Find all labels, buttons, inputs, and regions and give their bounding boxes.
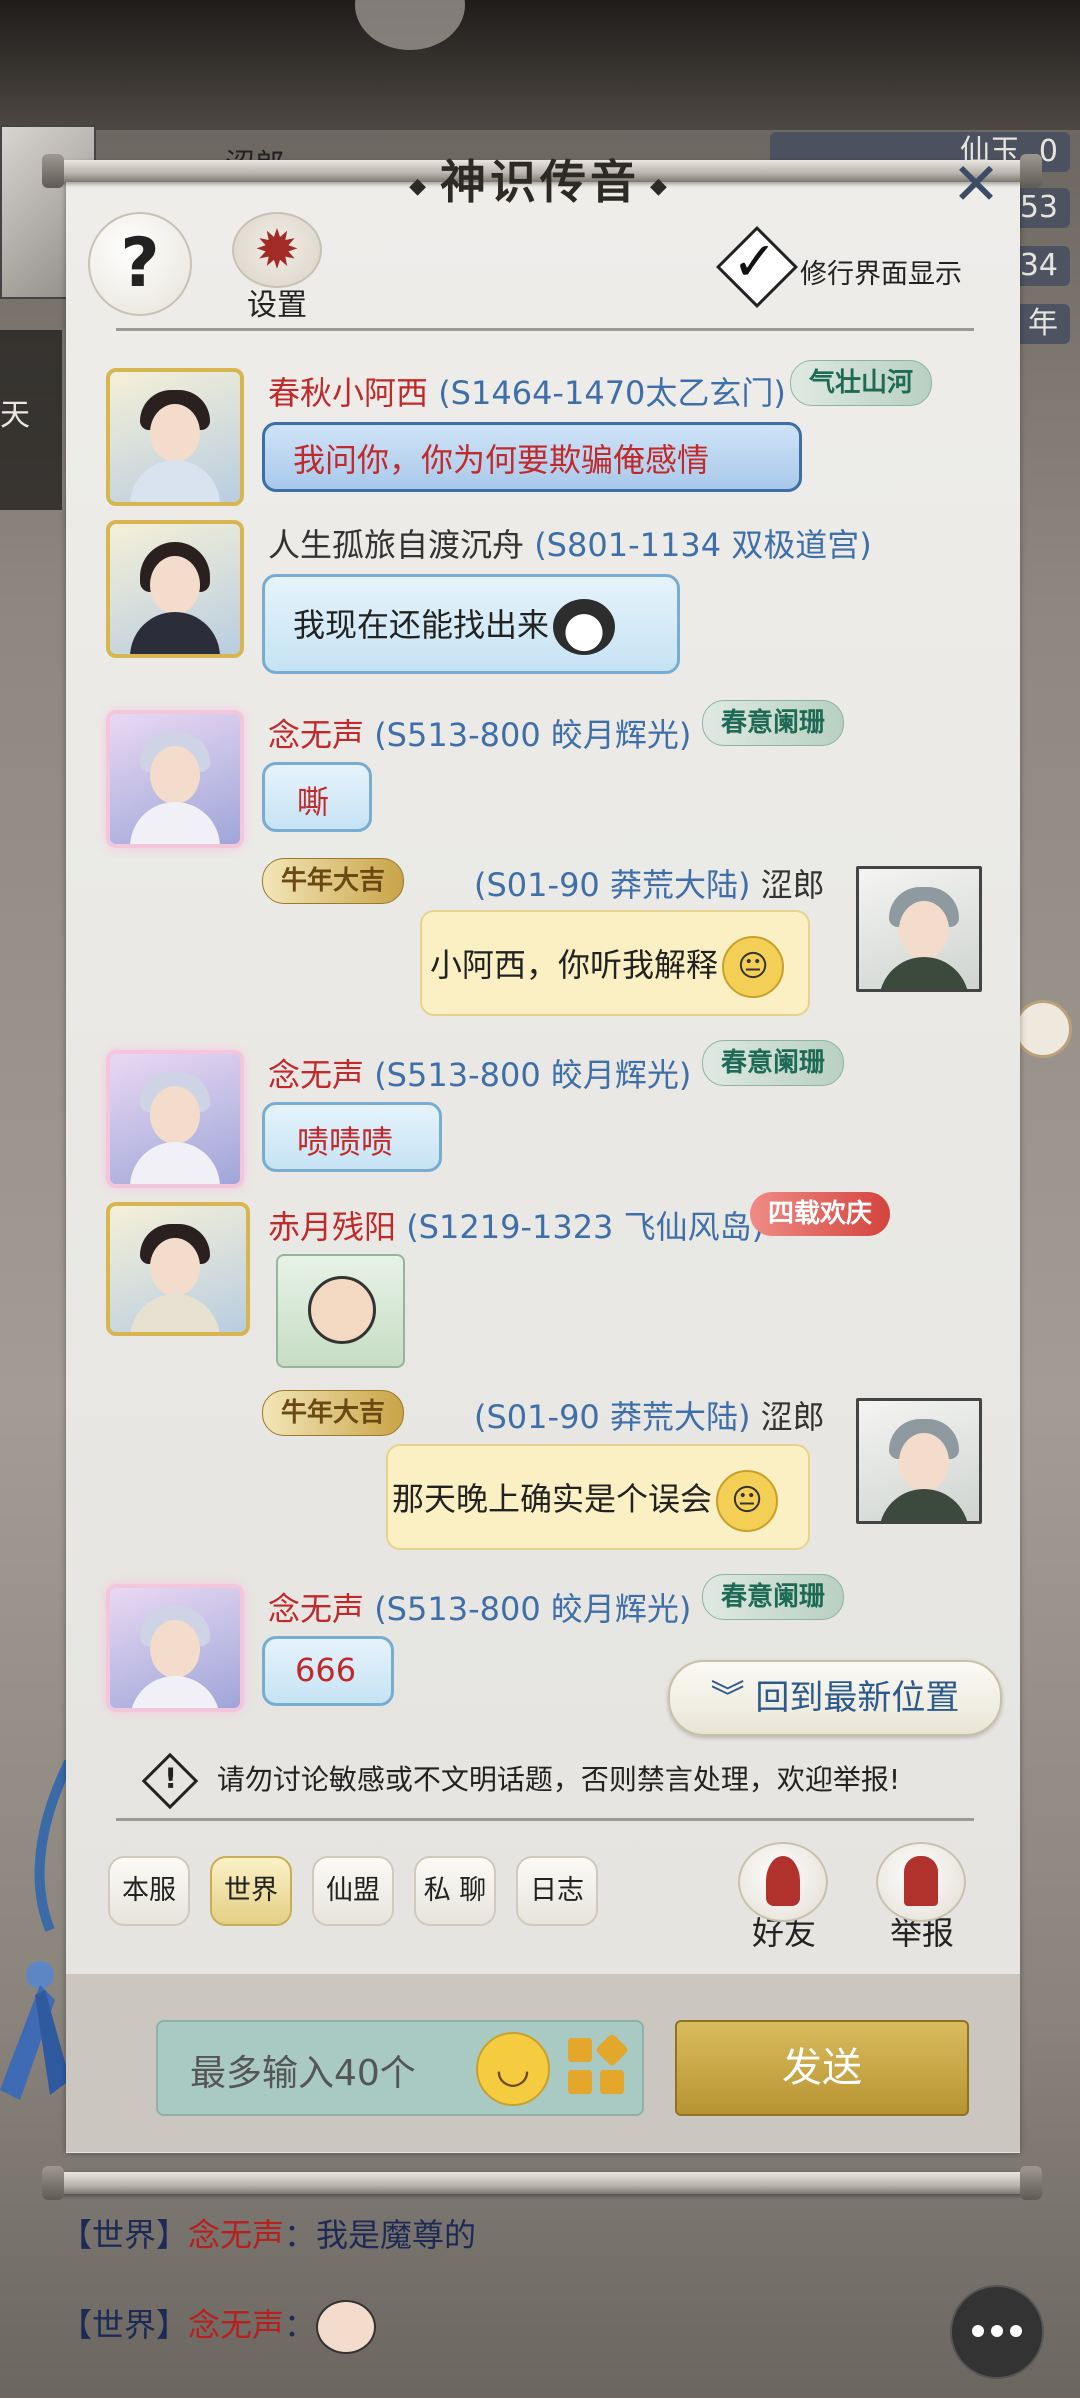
display-toggle-label: 修行界面显示 <box>800 259 962 290</box>
title-badge: 春意阑珊 <box>702 1574 845 1620</box>
warning-text: 请勿讨论敏感或不文明话题，否则禁言处理，欢迎举报! <box>216 1763 901 1796</box>
tab-log[interactable]: 日志 <box>516 1856 598 1926</box>
gear-icon: ✹ <box>232 212 322 288</box>
title-badge: 春意阑珊 <box>702 1040 845 1086</box>
server-tag: (S513-800 皎月辉光) <box>374 716 692 754</box>
report-icon <box>876 1842 966 1922</box>
report-button[interactable]: 举报 <box>876 1842 968 1952</box>
message-text: 那天晚上确实是个误会 <box>392 1480 713 1518</box>
message-header: 人生孤旅自渡沉舟 (S801-1134 双极道宫) <box>268 520 872 566</box>
message-header: 念无声 (S513-800 皎月辉光) <box>268 1584 691 1630</box>
panel-title: 神识传音 <box>360 146 720 209</box>
chat-preview-line: 【世界】念无声： <box>60 2300 377 2354</box>
flag-icon[interactable] <box>1014 1000 1072 1058</box>
message-header: (S01-90 莽荒大陆) 涩郎 <box>474 1392 825 1438</box>
avatar[interactable] <box>106 710 244 848</box>
settings-button[interactable]: ✹ 设置 <box>232 212 322 323</box>
avatar[interactable] <box>106 1202 250 1336</box>
message-header: 念无声 (S513-800 皎月辉光) <box>268 1050 691 1096</box>
check-icon: ✓ <box>732 230 778 293</box>
tab-world[interactable]: 世界 <box>210 1856 292 1926</box>
message-header: 念无声 (S513-800 皎月辉光) <box>268 710 691 756</box>
message-bubble[interactable]: 啧啧啧 <box>262 1102 442 1172</box>
sticker-icon <box>316 2300 377 2354</box>
display-toggle-checkbox[interactable]: ✓ 修行界面显示 <box>715 225 968 309</box>
message-text: 小阿西，你听我解释 <box>430 946 719 984</box>
sender-name[interactable]: 涩郎 <box>761 866 825 904</box>
kid-sticker-icon <box>308 1276 376 1344</box>
tab-alliance[interactable]: 仙盟 <box>312 1856 394 1926</box>
chat-input[interactable]: 最多输入40个 ◡ <box>156 2020 644 2116</box>
close-icon[interactable]: ✕ <box>950 155 1002 213</box>
avatar[interactable] <box>106 1050 244 1188</box>
server-tag: (S01-90 莽荒大陆) <box>474 1398 751 1436</box>
message-header: 赤月残阳 (S1219-1323 飞仙风岛) <box>268 1202 764 1248</box>
message-bubble[interactable]: 我问你，你为何要欺骗俺感情 <box>262 422 802 492</box>
divider <box>116 328 974 331</box>
message-text: 我现在还能找出来 <box>293 606 550 644</box>
avatar[interactable] <box>106 520 244 658</box>
server-tag: (S1464-1470太乙玄门) <box>438 374 786 412</box>
message-bubble[interactable]: 小阿西，你听我解释 😐 <box>420 910 810 1016</box>
server-tag: (S513-800 皎月辉光) <box>374 1056 692 1094</box>
chat-warning: ! 请勿讨论敏感或不文明话题，否则禁言处理，欢迎举报! <box>141 1752 970 1810</box>
warning-icon: ! <box>141 1752 199 1810</box>
friends-button[interactable]: 好友 <box>738 1842 830 1952</box>
server-tag: (S1219-1323 飞仙风岛) <box>406 1208 765 1246</box>
settings-label: 设置 <box>247 288 307 323</box>
back-to-latest-button[interactable]: ︾ 回到最新位置 <box>668 1660 1002 1736</box>
title-badge: 牛年大吉 <box>262 858 405 904</box>
server-tag: (S801-1134 双极道宫) <box>534 526 872 564</box>
sender-name[interactable]: 念无声 <box>268 1056 364 1094</box>
scroll-rod-bottom <box>42 2166 1042 2200</box>
dog-emoji-icon <box>553 599 616 655</box>
tab-server[interactable]: 本服 <box>108 1856 190 1926</box>
message-bubble[interactable]: 我现在还能找出来 <box>262 574 680 674</box>
sticker-message[interactable] <box>276 1254 405 1368</box>
server-tag: (S01-90 莽荒大陆) <box>474 866 751 904</box>
sender-name[interactable]: 人生孤旅自渡沉舟 <box>268 526 524 564</box>
tab-private[interactable]: 私 聊 <box>414 1856 496 1926</box>
game-top-bar <box>0 0 1080 130</box>
avatar[interactable] <box>856 866 982 992</box>
emoji-icon[interactable]: ◡ <box>476 2032 550 2106</box>
avatar[interactable] <box>856 1398 982 1524</box>
chat-preview-line: 【世界】念无声：我是魔尊的 <box>60 2216 477 2254</box>
message-bubble[interactable]: 嘶 <box>262 762 372 832</box>
chevron-down-icon: ︾ <box>710 1678 745 1718</box>
side-menu-button[interactable]: 天 <box>0 330 62 510</box>
input-placeholder: 最多输入40个 <box>190 2053 416 2094</box>
sender-name[interactable]: 念无声 <box>268 716 364 754</box>
chat-bubble-button[interactable] <box>950 2285 1044 2379</box>
title-badge: 四载欢庆 <box>750 1192 891 1236</box>
message-header: (S01-90 莽荒大陆) 涩郎 <box>474 860 825 906</box>
help-button[interactable]: ? <box>88 212 192 316</box>
sender-name[interactable]: 念无声 <box>268 1590 364 1628</box>
sender-name[interactable]: 春秋小阿西 <box>268 374 428 412</box>
message-bubble[interactable]: 666 <box>262 1636 394 1706</box>
title-badge: 牛年大吉 <box>262 1390 405 1436</box>
friend-icon <box>738 1842 828 1922</box>
server-tag: (S513-800 皎月辉光) <box>374 1590 692 1628</box>
world-chat-preview[interactable]: 【世界】念无声：我是魔尊的 【世界】念无声： <box>0 2170 1080 2398</box>
more-grid-icon[interactable] <box>568 2033 629 2096</box>
title-badge: 春意阑珊 <box>702 700 845 746</box>
neutral-face-icon: 😐 <box>716 1470 779 1532</box>
neutral-face-icon: 😐 <box>722 936 785 998</box>
sender-name[interactable]: 涩郎 <box>761 1398 825 1436</box>
title-badge: 气壮山河 <box>790 360 933 406</box>
message-header: 春秋小阿西 (S1464-1470太乙玄门) <box>268 368 786 414</box>
avatar[interactable] <box>106 1584 244 1712</box>
avatar[interactable] <box>106 368 244 506</box>
divider <box>116 1818 974 1821</box>
back-to-latest-label: 回到最新位置 <box>755 1678 960 1718</box>
send-button[interactable]: 发送 <box>675 2020 969 2116</box>
sender-name[interactable]: 赤月残阳 <box>268 1208 396 1246</box>
message-bubble[interactable]: 那天晚上确实是个误会 😐 <box>386 1444 810 1550</box>
